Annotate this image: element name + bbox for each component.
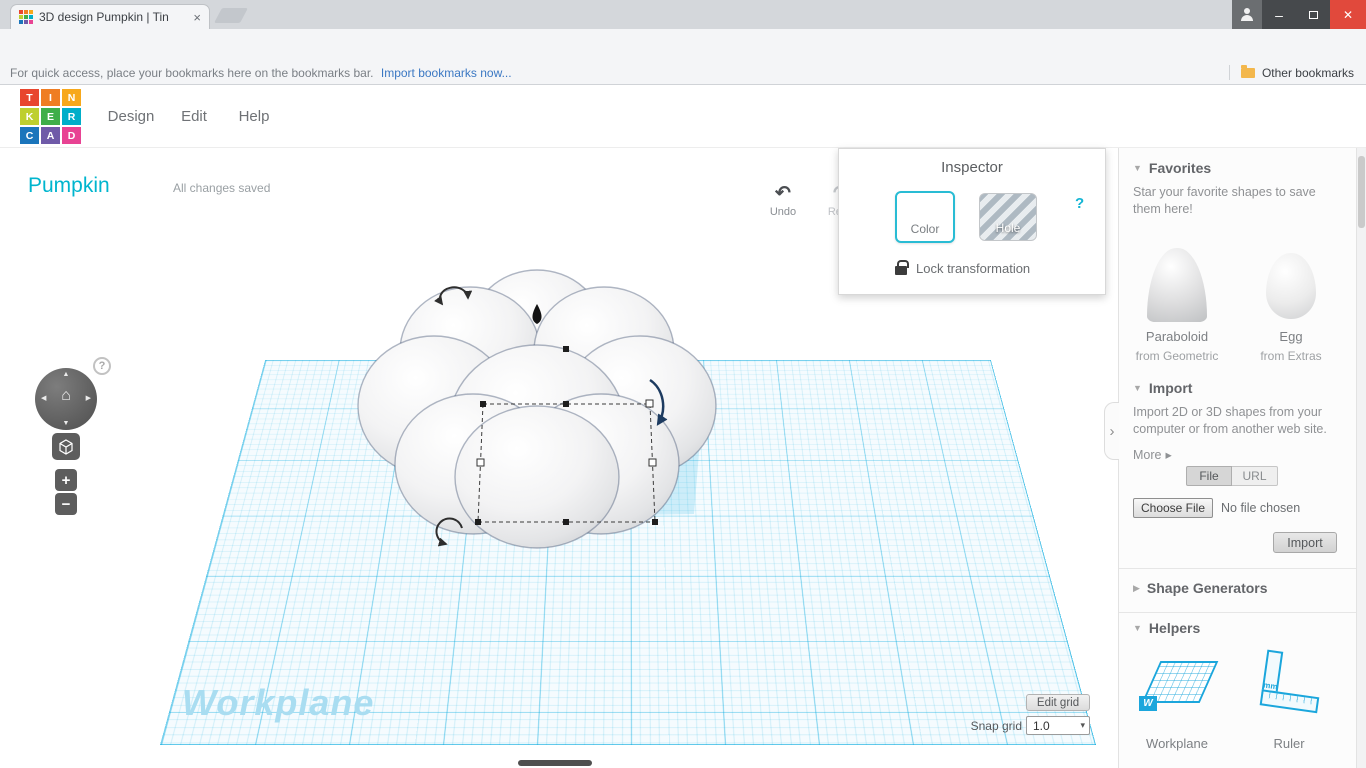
caret-down-icon: ▼ [1133, 163, 1142, 173]
workplane-helper-label: Workplane [1127, 736, 1227, 751]
import-submit-button[interactable]: Import [1273, 532, 1337, 553]
bookmarks-hint: For quick access, place your bookmarks h… [10, 66, 374, 80]
maximize-button[interactable] [1296, 0, 1330, 29]
edit-grid-button[interactable]: Edit grid [1026, 694, 1090, 711]
zoom-out-button[interactable]: − [55, 493, 77, 515]
profile-button[interactable] [1232, 0, 1262, 29]
caret-down-icon: ▼ [1133, 383, 1142, 393]
browser-tab-strip: 3D design Pumpkin | Tin × – ✕ [0, 0, 1366, 29]
section-divider [1119, 612, 1357, 613]
maximize-icon [1309, 11, 1318, 19]
import-url-tab[interactable]: URL [1232, 466, 1278, 486]
scale-handle[interactable] [563, 519, 569, 525]
window-controls: – ✕ [1232, 0, 1366, 29]
caret-right-icon: ▶ [1133, 583, 1140, 594]
design-title[interactable]: Pumpkin [28, 174, 110, 198]
browser-toolbar: ← → ⟳ https://www.tinkercad.com/things/f… [0, 29, 1366, 61]
inspector-title: Inspector [839, 159, 1105, 176]
choose-file-button[interactable]: Choose File [1133, 498, 1213, 518]
scale-handle[interactable] [563, 346, 569, 352]
tinkercad-favicon [19, 10, 33, 24]
inspector-help-button[interactable]: ? [1075, 195, 1084, 212]
tinkercad-window: 3D design Pumpkin | Tin × – ✕ ← → ⟳ http… [0, 0, 1366, 768]
inspector-panel: Inspector Color Hole ? Lock transformati… [838, 148, 1106, 295]
snap-grid-select[interactable]: 1.0 ▾ [1026, 716, 1090, 735]
color-button[interactable]: Color [895, 191, 955, 243]
helper-ruler[interactable]: mm [1251, 651, 1327, 715]
undo-button[interactable]: ↶ Undo [755, 181, 811, 218]
more-caret-icon: ▸ [1165, 447, 1171, 462]
shapes-sidebar: ▼ Favorites Star your favorite shapes to… [1118, 148, 1356, 768]
rotate-left-icon[interactable]: ◀ [41, 394, 46, 402]
close-button[interactable]: ✕ [1330, 0, 1366, 29]
view-cube-icon [58, 439, 74, 455]
minimize-button[interactable]: – [1262, 0, 1296, 29]
new-tab-button[interactable] [214, 8, 248, 23]
mid-scale-handle[interactable] [649, 459, 656, 466]
view-navigation-ball[interactable]: ⌂ ▲ ▼ ◀ ▶ [35, 368, 97, 430]
menu-edit[interactable]: Edit [172, 85, 216, 148]
other-bookmarks-button[interactable]: Other bookmarks [1262, 66, 1354, 80]
zoom-in-button[interactable]: + [55, 469, 77, 491]
favorites-hint: Star your favorite shapes to save them h… [1133, 184, 1339, 218]
tab-title: 3D design Pumpkin | Tin [39, 10, 187, 24]
snap-grid-label: Snap grid [952, 719, 1022, 733]
lock-transformation-row[interactable]: Lock transformation [895, 261, 1030, 276]
save-status: All changes saved [173, 181, 270, 195]
rotate-right-icon[interactable]: ▶ [86, 394, 91, 402]
undo-icon: ↶ [755, 181, 811, 205]
shape-generators-section-header[interactable]: ▶ Shape Generators [1133, 580, 1268, 596]
caret-down-icon: ▼ [1133, 623, 1142, 633]
vertical-scrollbar[interactable] [1356, 148, 1366, 768]
fit-view-button[interactable] [52, 433, 80, 460]
browser-tab[interactable]: 3D design Pumpkin | Tin × [10, 4, 210, 29]
menu-help[interactable]: Help [228, 85, 280, 148]
person-icon [1241, 15, 1253, 21]
scale-handle[interactable] [652, 519, 658, 525]
import-bookmarks-link[interactable]: Import bookmarks now... [381, 66, 512, 80]
bookmarks-bar: For quick access, place your bookmarks h… [0, 61, 1366, 85]
scale-handle[interactable] [563, 401, 569, 407]
snap-grid-value: 1.0 [1033, 719, 1080, 733]
favorites-section-header[interactable]: ▼ Favorites [1133, 160, 1211, 176]
app-header: TIN KER CAD Design Edit Help ↶ Undo ↷ Re… [0, 85, 1366, 148]
more-link[interactable]: More ▸ [1133, 447, 1172, 462]
folder-icon [1241, 68, 1255, 78]
mid-scale-handle[interactable] [477, 459, 484, 466]
menu-design[interactable]: Design [100, 85, 162, 148]
helper-workplane[interactable]: W [1137, 653, 1217, 715]
ruler-helper-label: Ruler [1251, 736, 1327, 751]
tinkercad-logo[interactable]: TIN KER CAD [20, 89, 81, 144]
ruler-helper-icon: mm [1247, 646, 1331, 720]
egg-shape-icon[interactable] [1266, 253, 1316, 319]
scale-handle[interactable] [475, 519, 481, 525]
rotate-down-icon[interactable]: ▼ [35, 420, 97, 427]
hole-button[interactable]: Hole [979, 193, 1037, 241]
horizontal-scrollbar-thumb[interactable] [518, 760, 592, 766]
import-hint: Import 2D or 3D shapes from your compute… [1133, 404, 1339, 438]
lock-icon [895, 266, 907, 275]
scale-handle[interactable] [480, 401, 486, 407]
mid-scale-handle[interactable] [646, 400, 653, 407]
bookmarks-divider [1229, 65, 1230, 80]
select-caret-icon: ▾ [1080, 720, 1085, 731]
tab-close-icon[interactable]: × [193, 11, 201, 24]
helpers-section-header[interactable]: ▼ Helpers [1133, 620, 1200, 636]
section-divider [1119, 568, 1357, 569]
workplane-helper-icon: W [1137, 653, 1217, 715]
sidebar-collapse-button[interactable]: › [1104, 402, 1119, 460]
paraboloid-shape-icon[interactable] [1147, 248, 1207, 322]
rotate-up-icon[interactable]: ▲ [35, 371, 97, 378]
shape-card-paraboloid[interactable]: Paraboloid from Geometric [1121, 240, 1233, 363]
vertical-scrollbar-thumb[interactable] [1358, 156, 1365, 228]
import-file-tab[interactable]: File [1186, 466, 1232, 486]
shape-card-egg[interactable]: Egg from Extras [1235, 240, 1347, 363]
import-section-header[interactable]: ▼ Import [1133, 380, 1192, 396]
no-file-chosen-text: No file chosen [1221, 501, 1300, 515]
